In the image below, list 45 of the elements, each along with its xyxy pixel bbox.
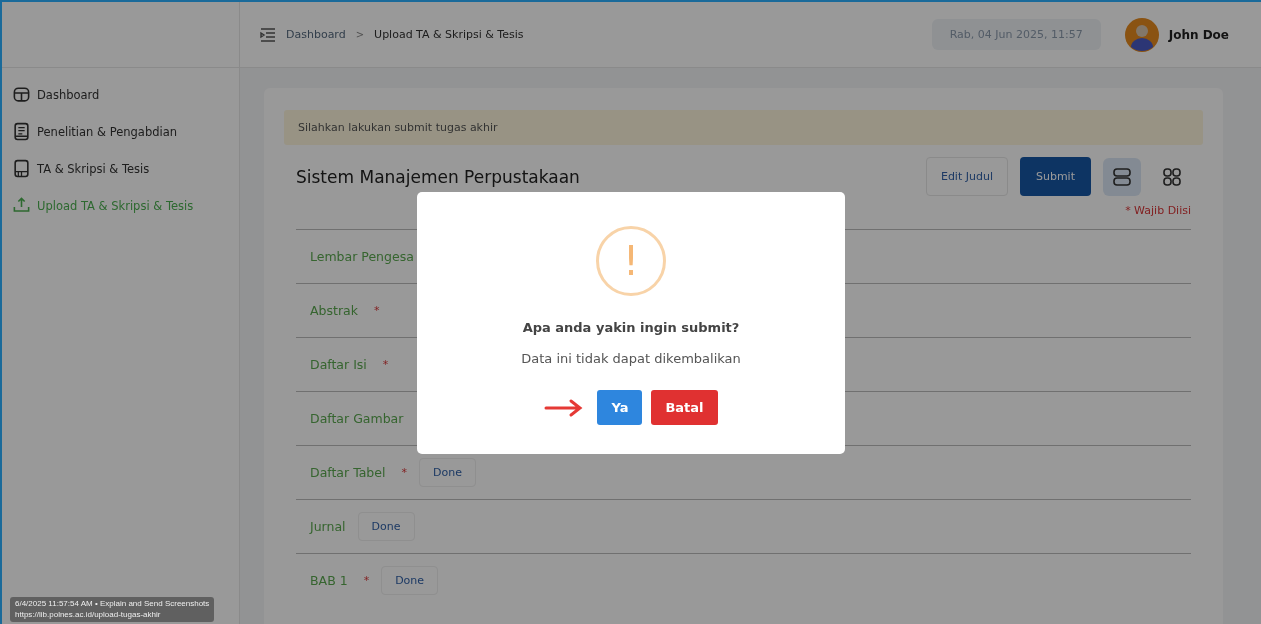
section-label: Daftar Gambar: [310, 411, 404, 426]
avatar-icon[interactable]: [1124, 17, 1159, 52]
breadcrumb-item: Upload TA & Skripsi & Tesis: [374, 28, 524, 41]
section-label: Jurnal: [310, 519, 346, 534]
done-button[interactable]: Done: [381, 566, 439, 595]
list-view-button[interactable]: [1103, 157, 1141, 196]
dialog-title: Apa anda yakin ingin submit?: [522, 320, 740, 335]
breadcrumb-separator: >: [355, 29, 365, 40]
cancel-button[interactable]: Batal: [651, 390, 718, 425]
sidebar-item[interactable]: Penelitian & Pengabdian: [12, 115, 239, 148]
section-label: Lembar Pengesa: [310, 249, 414, 264]
required-mark: *: [382, 358, 389, 371]
menu-icon[interactable]: [260, 27, 276, 42]
capture-url: https://lib.polnes.ac.id/upload-tugas-akhir: [15, 609, 162, 620]
done-button[interactable]: Done: [357, 512, 415, 541]
grid-view-icon: [1161, 165, 1183, 188]
capture-time: 6/4/2025 11:57:54 AM • Explain and Send Screenshots: [15, 599, 210, 610]
confirm-button[interactable]: Ya: [597, 390, 643, 425]
date-time: Rab, 04 Jun 2025, 11:57: [931, 19, 1101, 50]
required-mark: *: [373, 304, 380, 317]
user-name[interactable]: John Doe: [1168, 27, 1229, 42]
warning-icon: !: [596, 226, 666, 296]
arrow-icon: [544, 397, 585, 418]
document-icon: [12, 122, 31, 141]
section-label: Daftar Tabel: [310, 465, 386, 480]
required-mark: *: [401, 466, 407, 479]
done-button[interactable]: Done: [418, 458, 476, 487]
required-mark: *: [363, 574, 370, 587]
list-view-icon: [1111, 165, 1133, 188]
sidebar-item[interactable]: TA & Skripsi & Tesis: [12, 152, 239, 185]
book-icon: [12, 159, 31, 178]
required-note: * Wajib Diisi: [1125, 204, 1191, 217]
alert-message: Silahkan lakukan submit tugas akhir: [284, 110, 1203, 145]
sidebar-item[interactable]: Dashboard: [12, 78, 239, 111]
sidebar-item[interactable]: Upload TA & Skripsi & Tesis: [12, 189, 239, 222]
section-label: BAB 1: [310, 573, 348, 588]
upload-icon: [12, 196, 31, 215]
submit-button[interactable]: Submit: [1019, 157, 1091, 196]
breadcrumb-item[interactable]: Dashboard: [286, 28, 346, 41]
section-label: Abstrak: [310, 303, 358, 318]
dashboard-icon: [12, 85, 31, 104]
page-title: Sistem Manajemen Perpustakaan: [296, 166, 581, 187]
dialog-message: Data ini tidak dapat dikembalikan: [521, 351, 741, 366]
section-label: Daftar Isi: [310, 357, 367, 372]
edit-title-button[interactable]: Edit Judul: [925, 157, 1008, 196]
